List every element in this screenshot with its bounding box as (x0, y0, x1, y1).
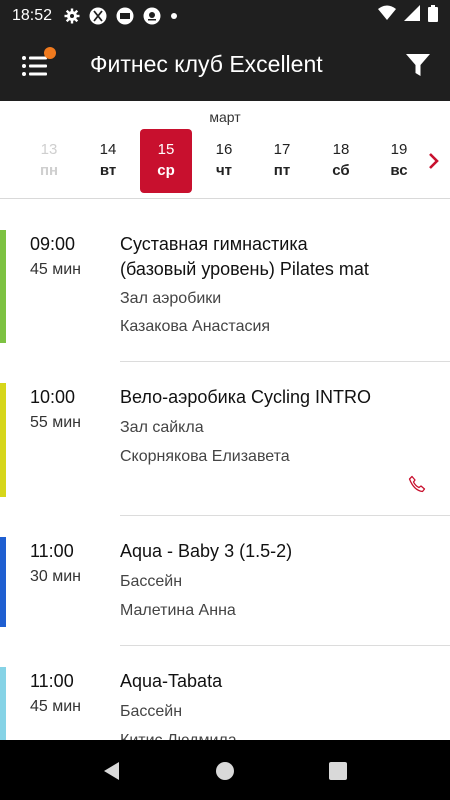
recents-button[interactable] (327, 760, 349, 782)
home-circle-icon (216, 762, 234, 780)
trainer: Скорнякова Елизавета (120, 448, 290, 465)
recents-square-icon (329, 762, 347, 780)
category-color-bar (0, 230, 6, 343)
duration: 30 мин (30, 568, 82, 585)
trainer: Казакова Анастасия (120, 318, 271, 335)
x-app-icon (89, 7, 107, 25)
home-button[interactable] (214, 760, 236, 782)
gear-icon (64, 8, 80, 24)
schedule-list[interactable]: 09:00 45 мин Суставная гимнастика (базов… (0, 200, 450, 740)
schedule-item[interactable]: 11:00 45 мин Aqua-Tabata Бассейн Китис Л… (0, 667, 450, 740)
category-color-bar (0, 537, 6, 627)
class-title: Aqua-Tabata (120, 671, 223, 691)
category-color-bar (0, 667, 6, 740)
room: Зал аэробики (120, 290, 222, 307)
day-weekday: вс (390, 162, 408, 179)
day-13: 13 пн (23, 129, 75, 193)
signal-icon (404, 5, 420, 26)
day-number: 15 (157, 141, 175, 158)
class-title: Суставная гимнастика (базовый уровень) P… (120, 232, 430, 282)
trainer: Китис Людмила (120, 732, 237, 740)
day-14[interactable]: 14 вт (82, 129, 134, 193)
app-bar: Фитнес клуб Excellent (0, 31, 450, 101)
page-title: Фитнес клуб Excellent (90, 51, 323, 77)
back-triangle-icon (104, 762, 119, 780)
class-title-line: Суставная гимнастика (120, 234, 308, 254)
day-19[interactable]: 19 вс (373, 129, 425, 193)
battery-icon (428, 4, 438, 27)
dot-icon (170, 12, 178, 20)
trainer: Малетина Анна (120, 602, 236, 619)
next-week-button[interactable] (426, 151, 442, 171)
status-bar: 18:52 (0, 0, 450, 31)
duration: 45 мин (30, 261, 82, 278)
day-number: 17 (273, 141, 291, 158)
day-weekday: вт (99, 162, 117, 179)
day-weekday: пт (273, 162, 291, 179)
class-title-line: (базовый уровень) Pilates mat (120, 259, 369, 279)
month-label: март (209, 109, 241, 125)
schedule-item[interactable]: 09:00 45 мин Суставная гимнастика (базов… (0, 230, 450, 362)
date-strip: март 13 пн 14 вт 15 ср 16 чт 17 пт 18 сб… (0, 101, 450, 199)
class-title: Aqua - Baby 3 (1.5-2) (120, 541, 293, 561)
day-number: 13 (40, 141, 58, 158)
menu-button[interactable] (20, 47, 56, 81)
duration: 45 мин (30, 698, 82, 715)
day-number: 16 (215, 141, 233, 158)
day-weekday: ср (157, 162, 175, 179)
status-time: 18:52 (12, 6, 53, 24)
system-nav-bar (0, 740, 450, 800)
start-time: 09:00 (30, 234, 76, 254)
day-15-selected[interactable]: 15 ср (140, 129, 192, 193)
day-number: 19 (390, 141, 408, 158)
divider (120, 361, 450, 362)
day-16[interactable]: 16 чт (198, 129, 250, 193)
room: Бассейн (120, 703, 183, 720)
chevron-right-icon (429, 153, 439, 169)
wifi-icon (378, 5, 396, 26)
category-color-bar (0, 383, 6, 497)
notification-dot (44, 47, 56, 59)
schedule-item[interactable]: 10:00 55 мин Вело-аэробика Cycling INTRO… (0, 383, 450, 516)
duration: 55 мин (30, 414, 82, 431)
day-17[interactable]: 17 пт (256, 129, 308, 193)
start-time: 10:00 (30, 387, 76, 407)
phone-icon[interactable] (408, 475, 426, 493)
divider (120, 645, 450, 646)
day-number: 18 (332, 141, 350, 158)
class-title: Вело-аэробика Cycling INTRO (120, 387, 372, 407)
room: Бассейн (120, 573, 183, 590)
brand-icon-2 (143, 7, 161, 25)
back-button[interactable] (101, 760, 123, 782)
day-weekday: сб (332, 162, 350, 179)
start-time: 11:00 (30, 541, 74, 561)
day-weekday: пн (39, 162, 59, 179)
filter-icon (406, 54, 430, 76)
start-time: 11:00 (30, 671, 74, 691)
day-18[interactable]: 18 сб (315, 129, 367, 193)
divider (120, 515, 450, 516)
room: Зал сайкла (120, 419, 204, 436)
schedule-item[interactable]: 11:00 30 мин Aqua - Baby 3 (1.5-2) Бассе… (0, 537, 450, 647)
filter-button[interactable] (404, 51, 432, 79)
day-weekday: чт (215, 162, 233, 179)
brand-icon-1 (116, 7, 134, 25)
day-number: 14 (99, 141, 117, 158)
